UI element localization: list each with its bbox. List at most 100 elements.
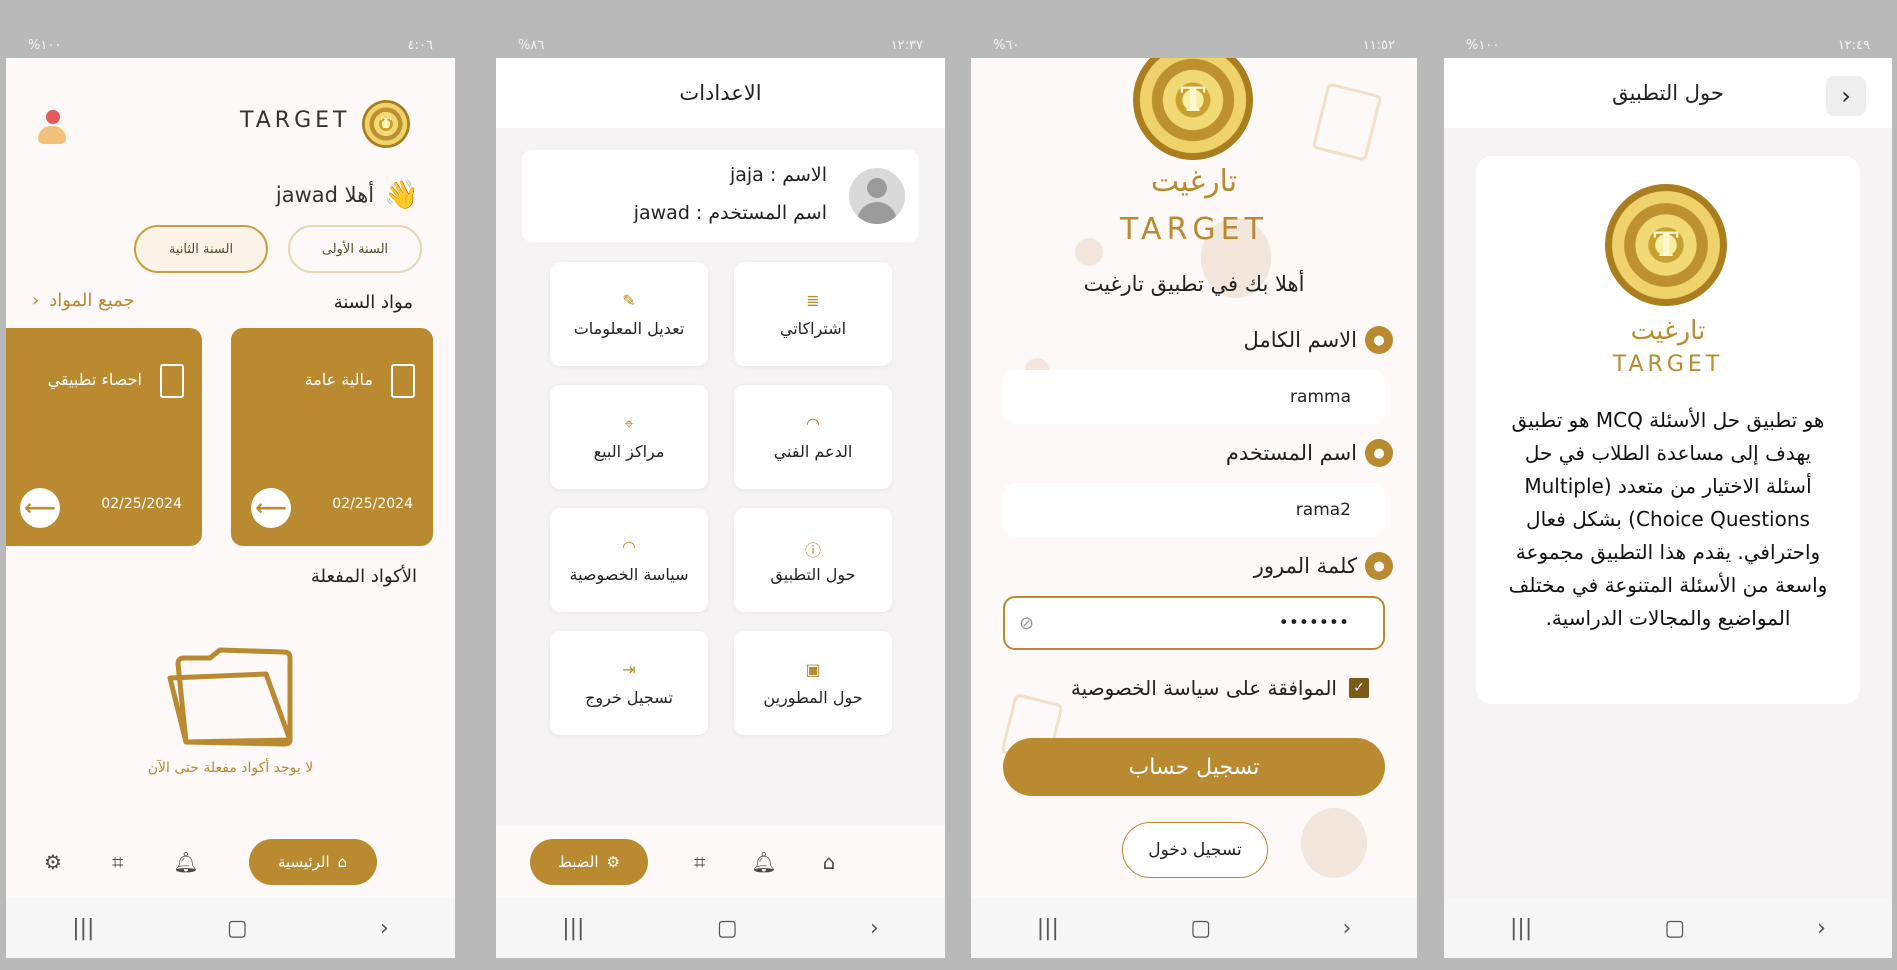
about-screen: حول التطبيق › T تارغيت TARGET هو تطبيق ح…	[1444, 58, 1892, 958]
arrow-left-icon[interactable]: ⟵	[251, 488, 291, 528]
settings-icon[interactable]: ⚙	[44, 850, 62, 874]
subject-title: مالية عامة	[304, 370, 373, 389]
system-nav-bar: ||| ▢ ›	[496, 898, 945, 958]
year-second-button[interactable]: السنة الثانية	[134, 225, 268, 273]
eye-off-icon[interactable]: ⊘	[1019, 613, 1034, 634]
tile-about-developers[interactable]: ▣ حول المطورين	[734, 631, 892, 735]
agree-text: الموافقة على سياسة الخصوصية	[1070, 676, 1337, 700]
target-logo: T	[362, 100, 410, 148]
greeting-row: 👋 أهلا jawad	[276, 178, 419, 211]
pencil-icon: ✎	[622, 290, 636, 310]
tab-home[interactable]: الرئيسية ⌂	[248, 839, 377, 885]
year-first-button[interactable]: السنة الأولى	[288, 225, 422, 273]
folder-icon	[167, 647, 293, 747]
brand-arabic: تارغيت	[1630, 316, 1706, 346]
location-pin-icon: ⌖	[624, 413, 634, 433]
profile-username: اسم المستخدم : jawad	[633, 202, 827, 224]
document-icon	[160, 364, 184, 398]
username-field[interactable]: rama2	[1003, 483, 1385, 537]
system-nav-bar: ||| ▢ ›	[6, 898, 455, 958]
user-icon: ●	[1365, 326, 1393, 354]
brand-arabic: تارغيت	[1150, 164, 1238, 199]
document-icon	[391, 364, 415, 398]
agree-checkbox[interactable]: ✓	[1349, 678, 1369, 698]
home-circle-icon[interactable]: ▢	[227, 916, 248, 941]
tile-edit-info[interactable]: ✎ تعديل المعلومات	[550, 262, 708, 366]
tile-subscriptions[interactable]: ≣ اشتراكاتي	[734, 262, 892, 366]
tab-settings-label: الضبط	[558, 853, 599, 871]
tile-label: تعديل المعلومات	[573, 318, 685, 338]
clipboard-decor-icon	[1311, 82, 1383, 162]
register-screen: T تارغيت TARGET أهلا بك في تطبيق تارغيت …	[971, 58, 1417, 958]
back-icon[interactable]: ›	[380, 916, 389, 941]
welcome-text: أهلا بك في تطبيق تارغيت	[1083, 272, 1305, 296]
info-icon: ⓘ	[804, 540, 821, 560]
settings-header: الاعدادات	[496, 58, 945, 128]
password-field[interactable]: ⊘ •••••••	[1003, 596, 1385, 650]
avatar[interactable]	[849, 168, 905, 224]
login-button[interactable]: تسجيل دخول	[1122, 822, 1268, 878]
fullname-label: الاسم الكامل	[1243, 328, 1357, 352]
qr-scan-icon[interactable]: ⌗	[694, 850, 705, 874]
about-header: حول التطبيق ›	[1444, 58, 1892, 128]
home-circle-icon[interactable]: ▢	[1190, 916, 1211, 941]
phone-register: %٦٠ ١١:٥٢ T تارغيت TARGET أهلا بك في تطب…	[971, 0, 1417, 970]
back-icon[interactable]: ›	[1342, 916, 1351, 941]
brand-name: TARGET	[240, 108, 351, 133]
back-icon[interactable]: ›	[1817, 916, 1826, 941]
bell-icon[interactable]: 🔔︎	[751, 850, 776, 874]
tile-privacy-policy[interactable]: ◠ سياسة الخصوصية	[550, 508, 708, 612]
gear-icon: ⚙	[606, 853, 620, 871]
bell-icon[interactable]: 🔔︎	[173, 850, 198, 874]
headset-icon: ◠	[622, 536, 636, 556]
subject-date: 02/25/2024	[101, 496, 182, 512]
user-icon: ●	[1365, 552, 1393, 580]
system-nav-bar: ||| ▢ ›	[1444, 898, 1892, 958]
status-bar: %١٠٠ ١٢:٤٩	[1444, 32, 1892, 58]
status-left: %٨٦	[518, 37, 545, 53]
arrow-left-icon[interactable]: ⟵	[20, 488, 60, 528]
tile-about-app[interactable]: ⓘ حول التطبيق	[734, 508, 892, 612]
chevron-left-icon: ‹	[32, 290, 40, 311]
qr-scan-icon[interactable]: ⌗	[112, 850, 123, 874]
subject-card[interactable]: احصاء تطبيقي 02/25/2024 ⟵	[6, 328, 202, 546]
subject-card[interactable]: مالية عامة 02/25/2024 ⟵	[231, 328, 433, 546]
phone-settings: %٨٦ ١٢:٣٧ الاعدادات الاسم : jaja اسم الم…	[496, 0, 945, 970]
recent-apps-icon[interactable]: |||	[562, 916, 584, 941]
tile-label: حول التطبيق	[770, 564, 856, 584]
all-subjects-link[interactable]: جميع المواد ‹	[32, 290, 135, 311]
status-bar: %١٠٠ ٤:٠٦	[6, 32, 455, 58]
chevron-right-icon[interactable]: ›	[1826, 76, 1866, 116]
home-icon[interactable]: ⌂	[823, 850, 836, 874]
wave-icon: 👋	[384, 178, 419, 211]
register-button[interactable]: تسجيل حساب	[1003, 738, 1385, 796]
recent-apps-icon[interactable]: |||	[1510, 916, 1532, 941]
home-icon: ⌂	[337, 853, 348, 871]
tile-label: الدعم الفني	[773, 441, 853, 461]
profile-name: الاسم : jaja	[729, 164, 827, 186]
home-screen: T TARGET 👋 أهلا jawad السنة الأولى السنة…	[6, 58, 455, 958]
about-card: T تارغيت TARGET هو تطبيق حل الأسئلة MCQ …	[1476, 156, 1860, 704]
home-circle-icon[interactable]: ▢	[1664, 916, 1685, 941]
tile-support[interactable]: ◠ الدعم الفني	[734, 385, 892, 489]
password-label-row: ● كلمة المرور	[1254, 552, 1393, 580]
settings-screen: الاعدادات الاسم : jaja اسم المستخدم : ja…	[496, 58, 945, 958]
back-icon[interactable]: ›	[870, 916, 879, 941]
tile-logout[interactable]: ⇥ تسجيل خروج	[550, 631, 708, 735]
list-icon: ≣	[806, 290, 820, 310]
home-circle-icon[interactable]: ▢	[717, 916, 738, 941]
logout-icon: ⇥	[622, 659, 636, 679]
tab-settings[interactable]: الضبط ⚙	[530, 839, 648, 885]
agree-row: ✓ الموافقة على سياسة الخصوصية	[1071, 676, 1369, 700]
profile-icon[interactable]	[38, 110, 66, 146]
fullname-field[interactable]: ramma	[1003, 370, 1385, 424]
subject-title: احصاء تطبيقي	[47, 370, 142, 389]
tile-sales-centers[interactable]: ⌖ مراكز البيع	[550, 385, 708, 489]
profile-card: الاسم : jaja اسم المستخدم : jawad	[522, 150, 919, 242]
brand-english: TARGET	[1612, 352, 1724, 377]
target-logo: T	[1605, 184, 1727, 306]
decor-blob	[1301, 808, 1367, 878]
recent-apps-icon[interactable]: |||	[72, 916, 94, 941]
tile-label: تسجيل خروج	[585, 687, 673, 707]
recent-apps-icon[interactable]: |||	[1037, 916, 1059, 941]
